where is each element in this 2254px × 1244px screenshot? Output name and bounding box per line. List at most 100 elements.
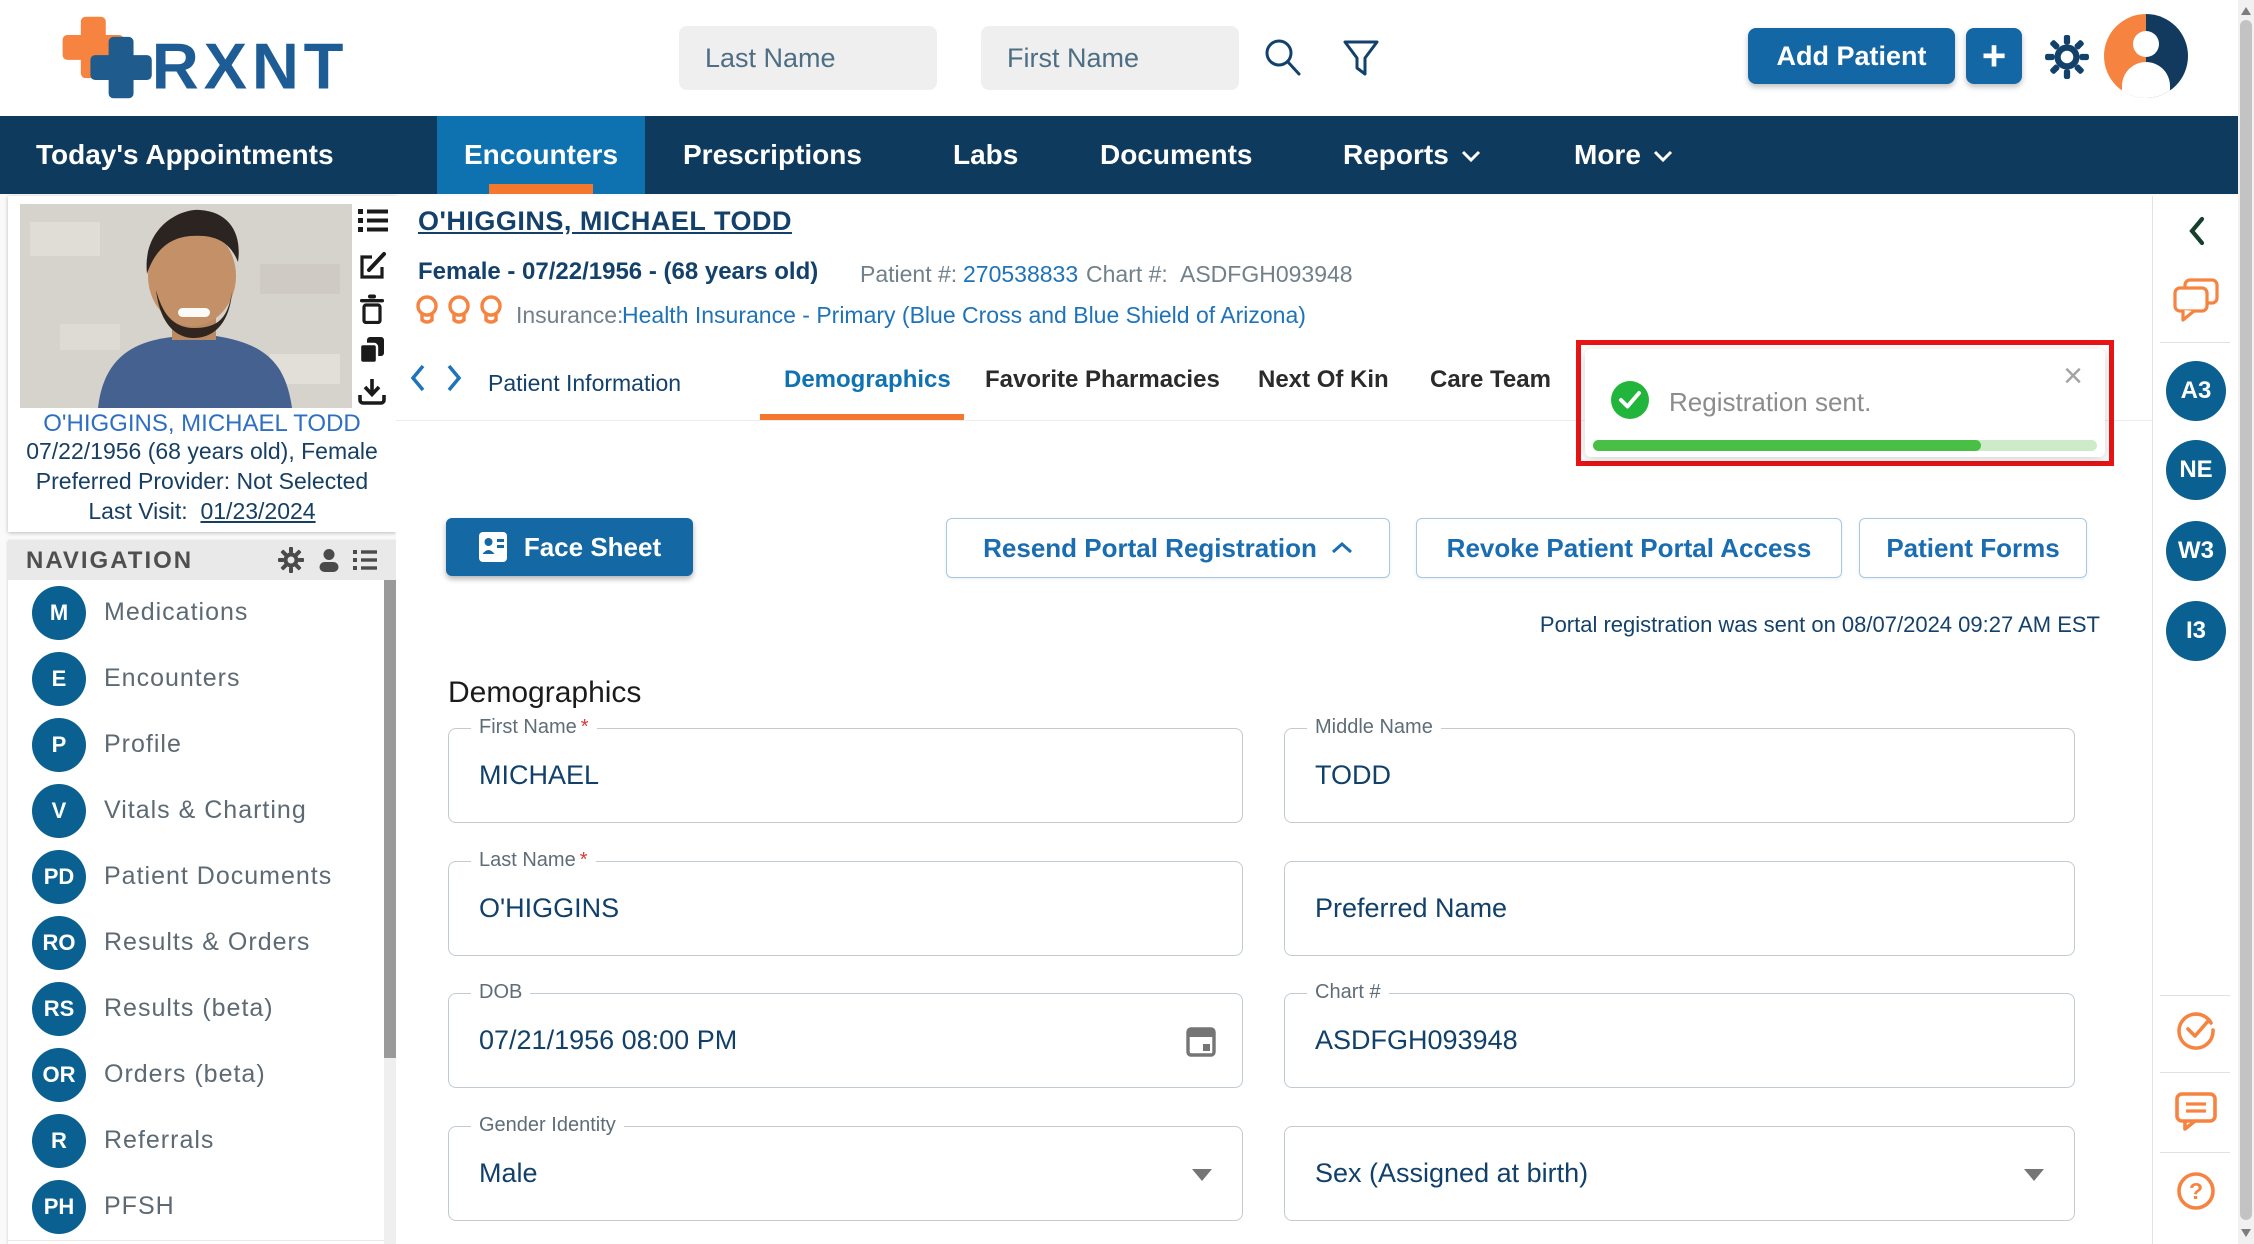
subtab-next-of-kin[interactable]: Next Of Kin: [1258, 366, 1389, 394]
subtab-care-team[interactable]: Care Team: [1430, 366, 1551, 394]
registration-sent-toast: Registration sent. ×: [1585, 349, 2105, 457]
user-avatar[interactable]: [2104, 14, 2188, 98]
sex-assigned-select[interactable]: Sex (Assigned at birth): [1284, 1126, 2075, 1221]
search-icon[interactable]: [1262, 36, 1304, 85]
check-circle-icon[interactable]: [2175, 1008, 2217, 1055]
middle-name-value: TODD: [1315, 760, 1391, 791]
chat-bubbles-icon[interactable]: [2171, 278, 2221, 329]
subtab-demographics[interactable]: Demographics: [784, 366, 951, 394]
sex-assigned-placeholder: Sex (Assigned at birth): [1315, 1158, 1588, 1189]
nav-list-icon[interactable]: [352, 547, 378, 578]
sidebar-item-results-beta[interactable]: RS Results (beta): [8, 976, 384, 1043]
rail-badge-ne[interactable]: NE: [2166, 440, 2226, 500]
trash-icon[interactable]: [358, 294, 386, 329]
rxnt-logo-cross-icon: [63, 17, 152, 98]
chevron-right-icon[interactable]: [446, 364, 462, 397]
middle-name-field[interactable]: Middle Name TODD: [1284, 728, 2075, 823]
insurance-pin-icon: [414, 294, 440, 331]
gear-icon[interactable]: [2044, 34, 2090, 85]
tab-labs[interactable]: Labs: [953, 116, 1018, 194]
active-tab-indicator: [489, 184, 593, 194]
scrollbar-thumb[interactable]: [2240, 20, 2252, 1220]
sidebar-scrollbar-thumb[interactable]: [384, 580, 396, 1058]
demographics-section-title: Demographics: [448, 676, 641, 710]
tab-reports[interactable]: Reports: [1343, 116, 1481, 194]
message-icon[interactable]: [2174, 1090, 2218, 1137]
rail-badge-i3[interactable]: I3: [2166, 601, 2226, 661]
resend-portal-registration-button[interactable]: Resend Portal Registration: [946, 518, 1390, 578]
dob-field[interactable]: DOB 07/21/1956 08:00 PM: [448, 993, 1243, 1088]
rxnt-app-window: RXNT Add Patient +: [0, 0, 2254, 1244]
sidebar-item-profile[interactable]: P Profile: [8, 712, 384, 779]
first-name-field[interactable]: First Name* MICHAEL: [448, 728, 1243, 823]
filter-icon[interactable]: [1342, 40, 1380, 85]
sidebar-item-patient-documents[interactable]: PD Patient Documents: [8, 844, 384, 911]
copy-icon[interactable]: [358, 336, 386, 369]
patient-list-icon[interactable]: [358, 206, 388, 239]
success-check-icon: [1611, 381, 1649, 419]
scrollbar-up-arrow[interactable]: [2241, 7, 2251, 15]
gender-identity-select[interactable]: Gender Identity Male: [448, 1126, 1243, 1221]
navigation-title: NAVIGATION: [26, 547, 193, 575]
page-scrollbar[interactable]: [2238, 0, 2254, 1244]
last-name-search[interactable]: [679, 26, 937, 90]
sidebar-item-referrals[interactable]: R Referrals: [8, 1108, 384, 1175]
sidebar-item-encounters[interactable]: E Encounters: [8, 646, 384, 713]
chart-number-field[interactable]: Chart # ASDFGH093948: [1284, 993, 2075, 1088]
tab-documents[interactable]: Documents: [1100, 116, 1252, 194]
insurance-value-link[interactable]: Health Insurance - Primary (Blue Cross a…: [622, 302, 1306, 329]
patient-card-name[interactable]: O'HIGGINS, MICHAEL TODD: [8, 410, 396, 438]
tab-prescriptions[interactable]: Prescriptions: [683, 116, 862, 194]
face-sheet-button[interactable]: Face Sheet: [446, 518, 693, 576]
revoke-portal-access-button[interactable]: Revoke Patient Portal Access: [1416, 518, 1842, 578]
dropdown-caret-icon[interactable]: [1192, 1169, 1212, 1181]
patient-number-link[interactable]: 270538833: [963, 261, 1078, 288]
last-name-search-input[interactable]: [679, 26, 937, 90]
collapse-rail-icon[interactable]: [2187, 216, 2205, 251]
chevron-down-icon: [1461, 150, 1481, 163]
rxnt-logo[interactable]: RXNT: [50, 12, 380, 109]
close-icon[interactable]: ×: [2063, 357, 2083, 396]
tab-todays-appointments[interactable]: Today's Appointments: [36, 116, 334, 194]
insurance-pin-icon: [446, 294, 472, 331]
tab-more[interactable]: More: [1574, 116, 1673, 194]
first-name-search-input[interactable]: [981, 26, 1239, 90]
sidebar-item-vitals-charting[interactable]: V Vitals & Charting: [8, 778, 384, 845]
scrollbar-down-arrow[interactable]: [2241, 1229, 2251, 1237]
nav-person-icon[interactable]: [316, 547, 342, 578]
rail-badge-a3[interactable]: A3: [2166, 361, 2226, 421]
dob-value: 07/21/1956 08:00 PM: [479, 1025, 737, 1056]
dropdown-caret-icon[interactable]: [2024, 1169, 2044, 1181]
first-name-search[interactable]: [981, 26, 1239, 90]
right-utility-rail: A3 NE W3 I3 ?: [2152, 196, 2239, 1244]
sidebar-item-medications[interactable]: M Medications: [8, 580, 384, 647]
download-icon[interactable]: [358, 378, 386, 411]
main-navbar: Today's Appointments Encounters Prescrip…: [0, 116, 2238, 194]
tab-encounters[interactable]: Encounters: [437, 116, 645, 194]
add-patient-button[interactable]: Add Patient: [1748, 28, 1955, 84]
brand-text: RXNT: [152, 30, 349, 103]
sidebar-item-pfsh[interactable]: PH PFSH: [8, 1174, 384, 1241]
edit-icon[interactable]: [358, 250, 388, 285]
chevron-up-icon: [1331, 542, 1353, 554]
help-icon[interactable]: ?: [2175, 1170, 2217, 1217]
patient-header-name[interactable]: O'HIGGINS, MICHAEL TODD: [418, 206, 792, 237]
last-visit-date-link[interactable]: 01/23/2024: [200, 498, 315, 524]
preferred-name-field[interactable]: Preferred Name: [1284, 861, 2075, 956]
nav-gear-icon[interactable]: [278, 547, 304, 578]
subtab-favorite-pharmacies[interactable]: Favorite Pharmacies: [985, 366, 1220, 394]
rail-badge-w3[interactable]: W3: [2166, 521, 2226, 581]
chevron-down-icon: [1653, 150, 1673, 163]
calendar-icon[interactable]: [1186, 1024, 1216, 1062]
insurance-pin-icon: [478, 294, 504, 331]
patient-forms-button[interactable]: Patient Forms: [1859, 518, 2087, 578]
last-name-field[interactable]: Last Name* O'HIGGINS: [448, 861, 1243, 956]
toast-message: Registration sent.: [1669, 387, 1871, 418]
navigation-panel: NAVIGATION: [8, 540, 396, 1244]
sidebar-item-results-orders[interactable]: RO Results & Orders: [8, 910, 384, 977]
sidebar-item-orders-beta[interactable]: OR Orders (beta): [8, 1042, 384, 1109]
chevron-left-icon[interactable]: [410, 364, 426, 397]
first-name-value: MICHAEL: [479, 760, 599, 791]
avatar-person-icon: [2133, 31, 2159, 57]
quick-add-button[interactable]: +: [1966, 28, 2022, 84]
